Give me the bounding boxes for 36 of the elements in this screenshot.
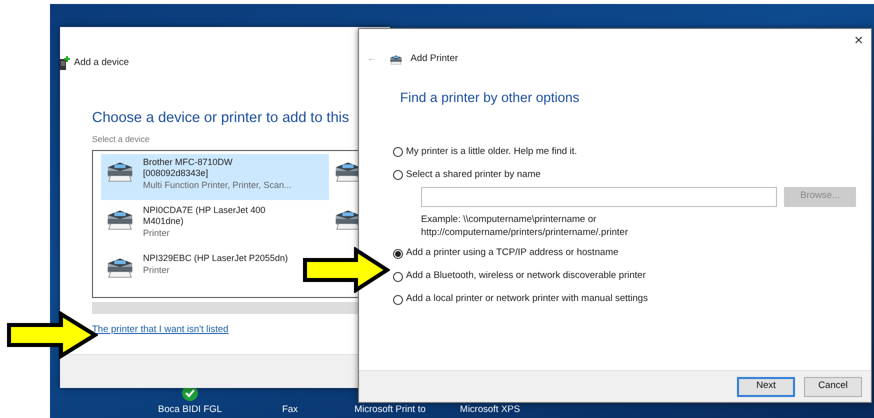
option-label: My printer is a little older. Help me find it. [406, 144, 578, 159]
radio-option[interactable]: Select a shared printer by name [393, 164, 871, 186]
desktop-icon-label[interactable]: Boca BIDI FGL [158, 403, 222, 418]
printer-icon [388, 53, 402, 66]
radio-button[interactable] [393, 147, 403, 157]
page-heading: Choose a device or printer to add to this [92, 109, 350, 128]
radio-option[interactable]: My printer is a little older. Help me find it. [393, 140, 871, 164]
window-title: Add Printer [410, 52, 458, 66]
window-title: Add a device [74, 56, 129, 70]
device-add-icon [60, 56, 70, 70]
close-icon[interactable]: × [854, 33, 863, 48]
option-label: Add a local printer or network printer with manual settings [406, 292, 648, 306]
option-label: Add a printer using a TCP/IP address or hostname [406, 246, 618, 260]
radio-option[interactable]: Add a Bluetooth, wireless or network discoverable printer [393, 265, 871, 288]
device-item[interactable]: NPI329EBC (HP LaserJet P2055dn) Printer [101, 250, 292, 296]
option-label: Add a Bluetooth, wireless or network discoverable printer [406, 269, 646, 284]
radio-option[interactable]: Add a printer using a TCP/IP address or hostname [393, 242, 871, 266]
desktop-icon-label[interactable]: Microsoft Print to [354, 403, 426, 418]
page-heading: Find a printer by other options [400, 89, 580, 108]
desktop-icon-label[interactable]: Microsoft XPS [460, 403, 520, 418]
option-label: Select a shared printer by name [406, 168, 541, 182]
radio-option[interactable]: Add a local printer or network printer with manual settings [393, 288, 871, 312]
device-item[interactable]: NPI0CDA7E (HP LaserJet 400 M401dne) Printer [101, 202, 270, 248]
dialog-button[interactable]: Cancel [804, 376, 862, 396]
example-text: Example: \\computername\printername or http://computername/printers/printername/.printer [421, 212, 629, 240]
desktop-icon-label[interactable]: Fax [282, 403, 298, 418]
radio-button[interactable] [393, 272, 403, 282]
printer-name-field[interactable] [421, 186, 777, 206]
scroll-bar[interactable] [92, 302, 358, 314]
dialog-button[interactable]: Next [737, 376, 795, 396]
radio-button[interactable] [393, 294, 403, 305]
device-item[interactable]: Brother MFC-8710DW [008092d8343e] Multi Function Printer, Printer, Scan... [101, 154, 329, 200]
radio-button[interactable] [393, 170, 403, 180]
radio-button[interactable] [393, 248, 403, 259]
section-label: Select a device [92, 133, 151, 146]
not-listed-link[interactable]: The printer that I want isn't listed [92, 322, 228, 337]
